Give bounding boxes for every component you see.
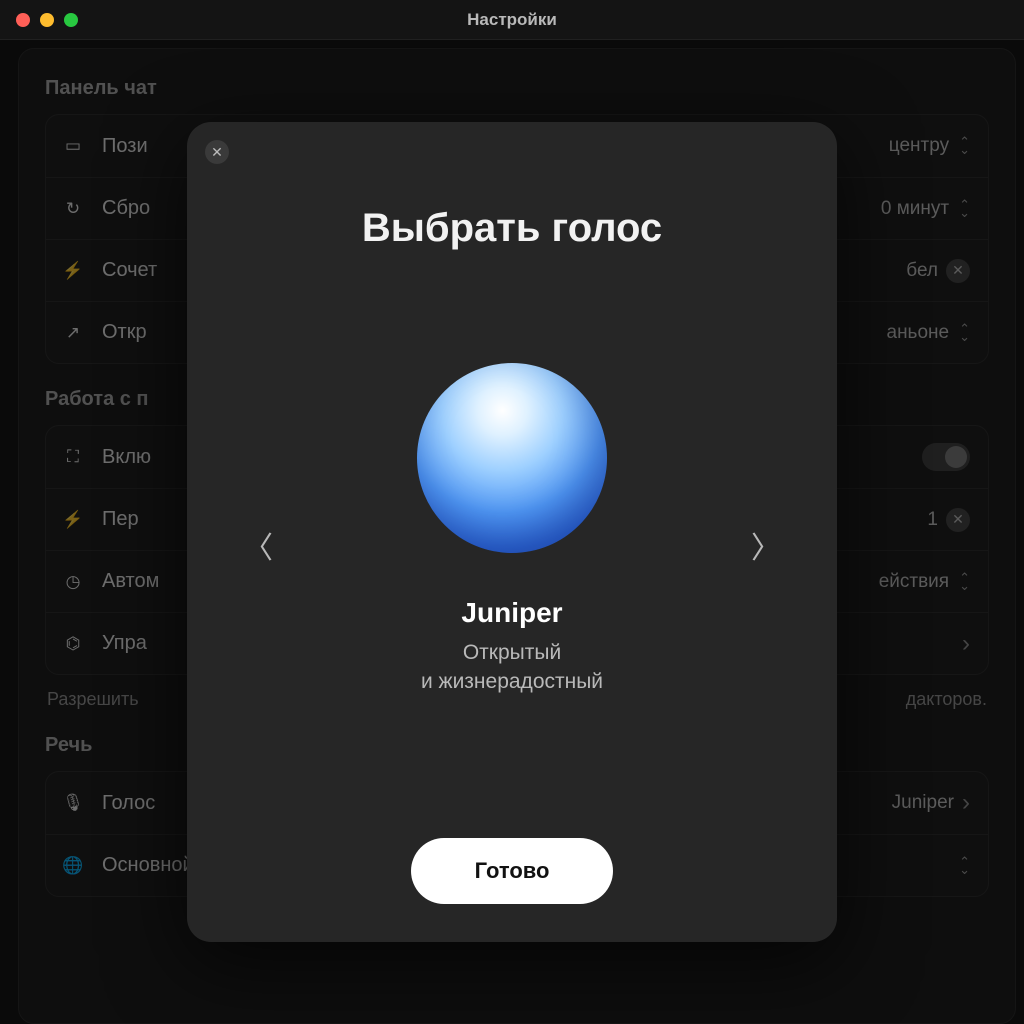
voice-name: Juniper [461, 597, 562, 629]
modal-title: Выбрать голос [362, 206, 662, 251]
voice-picker-modal: ✕ Выбрать голос 〈 〉 Juniper Открытый и ж… [187, 122, 837, 942]
voice-description: Открытый и жизнерадостный [421, 639, 603, 696]
modal-overlay: ✕ Выбрать голос 〈 〉 Juniper Открытый и ж… [0, 0, 1024, 1024]
done-button[interactable]: Готово [411, 838, 614, 904]
next-voice-button[interactable]: 〉 [741, 513, 791, 577]
close-icon[interactable]: ✕ [205, 140, 229, 164]
voice-desc-line: Открытый [463, 641, 561, 664]
voice-carousel: 〈 〉 Juniper Открытый и жизнерадостный [211, 251, 813, 838]
voice-desc-line: и жизнерадостный [421, 670, 603, 693]
voice-orb-icon [417, 363, 607, 553]
prev-voice-button[interactable]: 〈 [233, 513, 283, 577]
